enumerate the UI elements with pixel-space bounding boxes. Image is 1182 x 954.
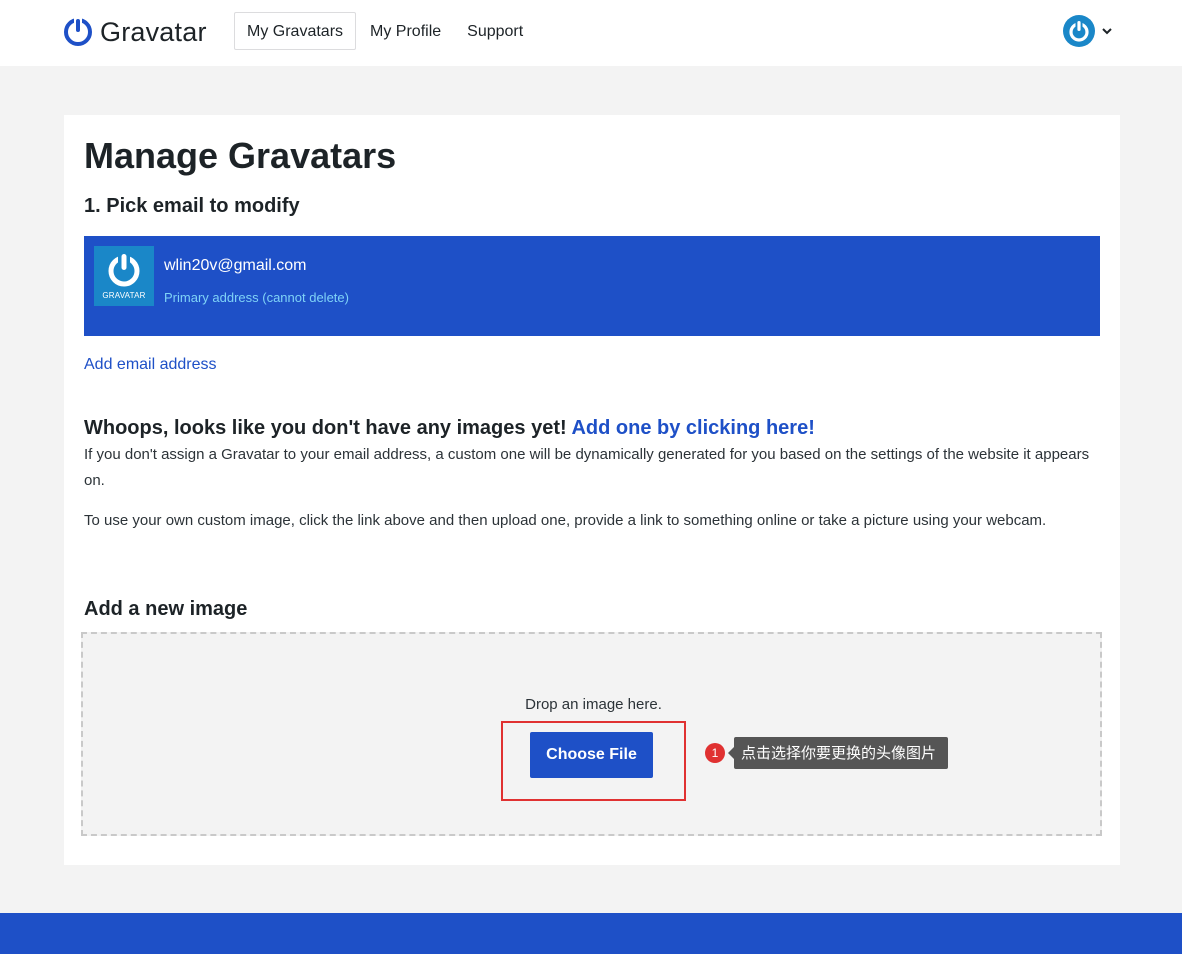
add-email-link[interactable]: Add email address [84,356,217,374]
add-image-link[interactable]: Add one by clicking here! [571,417,814,439]
chevron-down-icon[interactable] [1101,27,1113,35]
no-images-text: Whoops, looks like you don't have any im… [84,417,567,439]
primary-address-note: Primary address (cannot delete) [164,290,349,305]
manage-gravatars-card: Manage Gravatars 1. Pick email to modify… [64,115,1120,865]
info-paragraph-2: To use your own custom image, click the … [84,512,1047,529]
footer-bar [0,913,1182,954]
annotation-step-badge: 1 [705,743,725,763]
nav-my-gravatars[interactable]: My Gravatars [234,12,357,50]
user-menu[interactable] [1063,15,1113,47]
annotation-highlight-box [501,721,686,801]
gravatar-logo-icon [108,252,140,287]
brand-link[interactable]: Gravatar [64,14,207,50]
nav-my-profile[interactable]: My Profile [358,12,453,50]
drop-hint: Drop an image here. [525,696,662,713]
brand-name: Gravatar [100,16,207,47]
user-avatar-icon[interactable] [1063,15,1095,47]
pick-email-heading: 1. Pick email to modify [84,195,300,217]
email-row-selected[interactable]: GRAVATAR wlin20v@gmail.com Primary addre… [84,236,1100,336]
main-nav: My Gravatars My Profile Support [234,12,537,50]
gravatar-logo-icon [64,18,92,46]
info-paragraph-1: If you don't assign a Gravatar to your e… [84,446,1090,489]
top-navigation-bar: Gravatar My Gravatars My Profile Support [0,0,1182,66]
annotation-tooltip: 点击选择你要更换的头像图片 [727,737,949,769]
image-dropzone[interactable]: Drop an image here. Choose File [81,632,1102,836]
no-images-heading: Whoops, looks like you don't have any im… [84,417,1100,440]
email-address: wlin20v@gmail.com [164,257,307,274]
email-avatar: GRAVATAR [94,246,154,306]
add-image-heading: Add a new image [84,598,248,620]
avatar-wordmark: GRAVATAR [102,291,146,300]
nav-support[interactable]: Support [455,12,535,50]
page-title: Manage Gravatars [84,135,397,176]
